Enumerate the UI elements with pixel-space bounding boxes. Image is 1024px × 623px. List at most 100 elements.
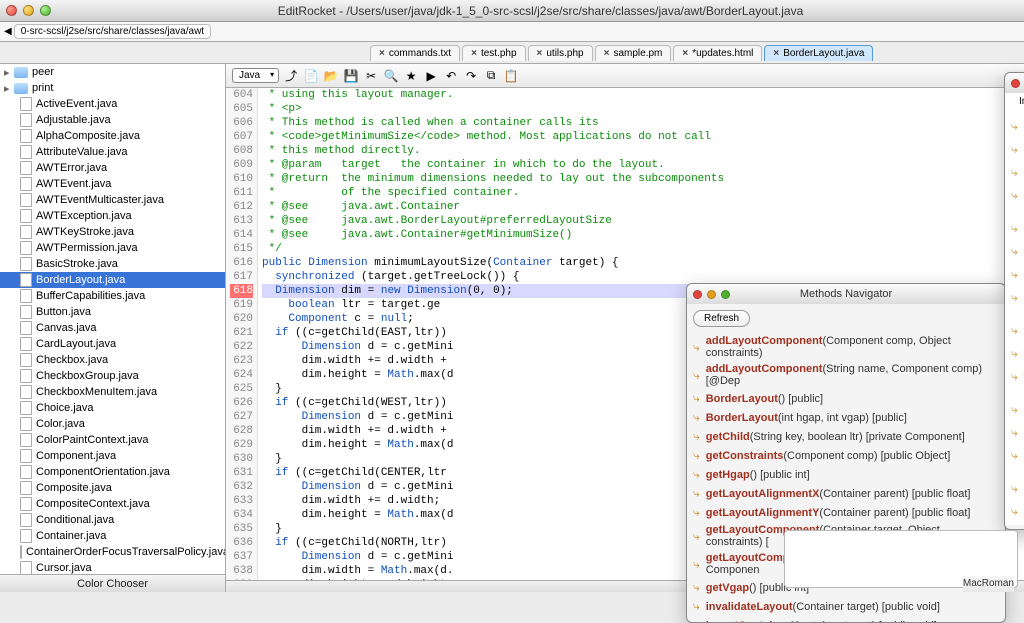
file-containerorderfocustraversalpolicy-java[interactable]: ContainerOrderFocusTraversalPolicy.java [0, 544, 225, 560]
code-line[interactable]: */ [262, 242, 1020, 256]
tab-sample-pm[interactable]: ×sample.pm [595, 45, 672, 61]
sidekick-item-else-statement[interactable]: ⤷else statement [1011, 217, 1024, 240]
zoom-icon[interactable] [721, 290, 730, 299]
method-layoutContainer[interactable]: ⤷layoutContainer(Container target) [publ… [693, 616, 999, 622]
file-awterror-java[interactable]: AWTError.java [0, 160, 225, 176]
tab--updates-html[interactable]: ×*updates.html [673, 45, 762, 61]
file-cursor-java[interactable]: Cursor.java [0, 560, 225, 574]
method-addLayoutComponent[interactable]: ⤷addLayoutComponent(Component comp, Obje… [693, 333, 999, 361]
sidekick-title-bar[interactable]: Java Sidekick [1005, 73, 1024, 93]
redo-icon[interactable]: ↷ [463, 68, 479, 84]
code-line[interactable]: * @return the minimum dimensions needed … [262, 172, 1020, 186]
encoding-label[interactable]: MacRoman [963, 576, 1014, 592]
file-compositecontext-java[interactable]: CompositeContext.java [0, 496, 225, 512]
method-getLayoutAlignmentY[interactable]: ⤷getLayoutAlignmentY(Container parent) [… [693, 503, 999, 522]
file-checkboxmenuitem-java[interactable]: CheckboxMenuItem.java [0, 384, 225, 400]
sidekick-item-try-catch[interactable]: ⤷try catch [1011, 319, 1024, 342]
method-addLayoutComponent[interactable]: ⤷addLayoutComponent(String name, Compone… [693, 361, 999, 389]
zoom-icon[interactable] [40, 5, 51, 16]
sidekick-item-method[interactable]: ⤷Method [1011, 184, 1024, 207]
close-icon[interactable] [1011, 79, 1020, 88]
code-line[interactable]: * of the specified container. [262, 186, 1020, 200]
open-folder-icon[interactable]: 📂 [323, 68, 339, 84]
code-line[interactable]: * @see java.awt.Container [262, 200, 1020, 214]
folder-print[interactable]: ▸print [0, 80, 225, 96]
file-component-java[interactable]: Component.java [0, 448, 225, 464]
file-activeevent-java[interactable]: ActiveEvent.java [0, 96, 225, 112]
method-invalidateLayout[interactable]: ⤷invalidateLayout(Container target) [pub… [693, 597, 999, 616]
file-basicstroke-java[interactable]: BasicStroke.java [0, 256, 225, 272]
close-tab-icon[interactable]: × [379, 48, 385, 59]
code-line[interactable]: synchronized (target.getTreeLock()) { [262, 270, 1020, 284]
minimize-icon[interactable] [23, 5, 34, 16]
paste-icon[interactable]: 📋 [503, 68, 519, 84]
nav-up-icon[interactable]: ⤴ [283, 68, 299, 84]
refresh-button[interactable]: Refresh [693, 310, 750, 327]
cut-icon[interactable]: ✂ [363, 68, 379, 84]
file-cardlayout-java[interactable]: CardLayout.java [0, 336, 225, 352]
tab-test-php[interactable]: ×test.php [462, 45, 525, 61]
file-button-java[interactable]: Button.java [0, 304, 225, 320]
file-attributevalue-java[interactable]: AttributeValue.java [0, 144, 225, 160]
file-tree[interactable]: ▸peer▸printActiveEvent.javaAdjustable.ja… [0, 64, 225, 574]
code-line[interactable]: * This method is called when a container… [262, 116, 1020, 130]
path-chip[interactable]: 0-src-scsl/j2se/src/share/classes/java/a… [14, 24, 211, 39]
file-checkbox-java[interactable]: Checkbox.java [0, 352, 225, 368]
run-icon[interactable]: ▶ [423, 68, 439, 84]
star-icon[interactable]: ★ [403, 68, 419, 84]
folder-peer[interactable]: ▸peer [0, 64, 225, 80]
language-select[interactable]: Java [232, 68, 279, 83]
sidekick-item-main[interactable]: ⤷Main [1011, 161, 1024, 184]
file-borderlayout-java[interactable]: BorderLayout.java [0, 272, 225, 288]
method-getConstraints[interactable]: ⤷getConstraints(Component comp) [public … [693, 446, 999, 465]
code-line[interactable]: * <p> [262, 102, 1020, 116]
code-line[interactable]: public Dimension minimumLayoutSize(Conta… [262, 256, 1020, 270]
close-tab-icon[interactable]: × [773, 48, 779, 59]
sidekick-item-runnable[interactable]: ⤷Runnable [1011, 500, 1024, 523]
file-awtevent-java[interactable]: AWTEvent.java [0, 176, 225, 192]
close-tab-icon[interactable]: × [682, 48, 688, 59]
methods-navigator-title-bar[interactable]: Methods Navigator [687, 284, 1005, 304]
close-tab-icon[interactable]: × [537, 48, 543, 59]
file-color-java[interactable]: Color.java [0, 416, 225, 432]
code-line[interactable]: * @see java.awt.BorderLayout#preferredLa… [262, 214, 1020, 228]
sidekick-item-try-catch-finally[interactable]: ⤷try catch finally [1011, 342, 1024, 365]
close-icon[interactable] [6, 5, 17, 16]
code-line[interactable]: * @param target the container in which t… [262, 158, 1020, 172]
path-prev-icon[interactable]: ◀ [4, 26, 12, 37]
file-buffercapabilities-java[interactable]: BufferCapabilities.java [0, 288, 225, 304]
method-getLayoutAlignmentX[interactable]: ⤷getLayoutAlignmentX(Container parent) [… [693, 484, 999, 503]
sidekick-item-constructor[interactable]: ⤷Constructor [1011, 138, 1024, 161]
file-container-java[interactable]: Container.java [0, 528, 225, 544]
file-canvas-java[interactable]: Canvas.java [0, 320, 225, 336]
file-awtexception-java[interactable]: AWTException.java [0, 208, 225, 224]
file-adjustable-java[interactable]: Adjustable.java [0, 112, 225, 128]
sidekick-item-system-out-println[interactable]: ⤷System.out.println [1011, 444, 1024, 467]
sidekick-item-inner-abstract-action[interactable]: ⤷Inner Abstract Action [1011, 398, 1024, 421]
file-checkboxgroup-java[interactable]: CheckboxGroup.java [0, 368, 225, 384]
sidekick-item-while-statement[interactable]: ⤷while statement [1011, 365, 1024, 388]
file-awtkeystroke-java[interactable]: AWTKeyStroke.java [0, 224, 225, 240]
close-tab-icon[interactable]: × [604, 48, 610, 59]
method-getChild[interactable]: ⤷getChild(String key, boolean ltr) [priv… [693, 427, 999, 446]
sidekick-body[interactable]: ⤷Class⤷Constructor⤷Main⤷Method⤷else stat… [1005, 111, 1024, 525]
file-choice-java[interactable]: Choice.java [0, 400, 225, 416]
color-chooser-tab[interactable]: Color Chooser [0, 574, 225, 592]
file-colorpaintcontext-java[interactable]: ColorPaintContext.java [0, 432, 225, 448]
search-icon[interactable]: 🔍 [383, 68, 399, 84]
sidekick-item-if-statement[interactable]: ⤷if statement [1011, 286, 1024, 309]
sidekick-item-if-else-statement[interactable]: ⤷if else statement [1011, 263, 1024, 286]
disclosure-icon[interactable]: ▸ [4, 66, 14, 79]
new-file-icon[interactable]: 📄 [303, 68, 319, 84]
method-BorderLayout[interactable]: ⤷BorderLayout() [public] [693, 389, 999, 408]
tab-borderlayout-java[interactable]: ×BorderLayout.java [764, 45, 873, 61]
sidekick-item-gridlayoutmanager[interactable]: ⤷GridLayoutManager [1011, 477, 1024, 500]
close-tab-icon[interactable]: × [471, 48, 477, 59]
sidekick-tab-inserts[interactable]: Inserts [1005, 93, 1024, 111]
undo-icon[interactable]: ↶ [443, 68, 459, 84]
code-line[interactable]: * this method directly. [262, 144, 1020, 158]
close-icon[interactable] [693, 290, 702, 299]
tab-utils-php[interactable]: ×utils.php [528, 45, 593, 61]
disclosure-icon[interactable]: ▸ [4, 82, 14, 95]
copy-icon[interactable]: ⧉ [483, 68, 499, 84]
